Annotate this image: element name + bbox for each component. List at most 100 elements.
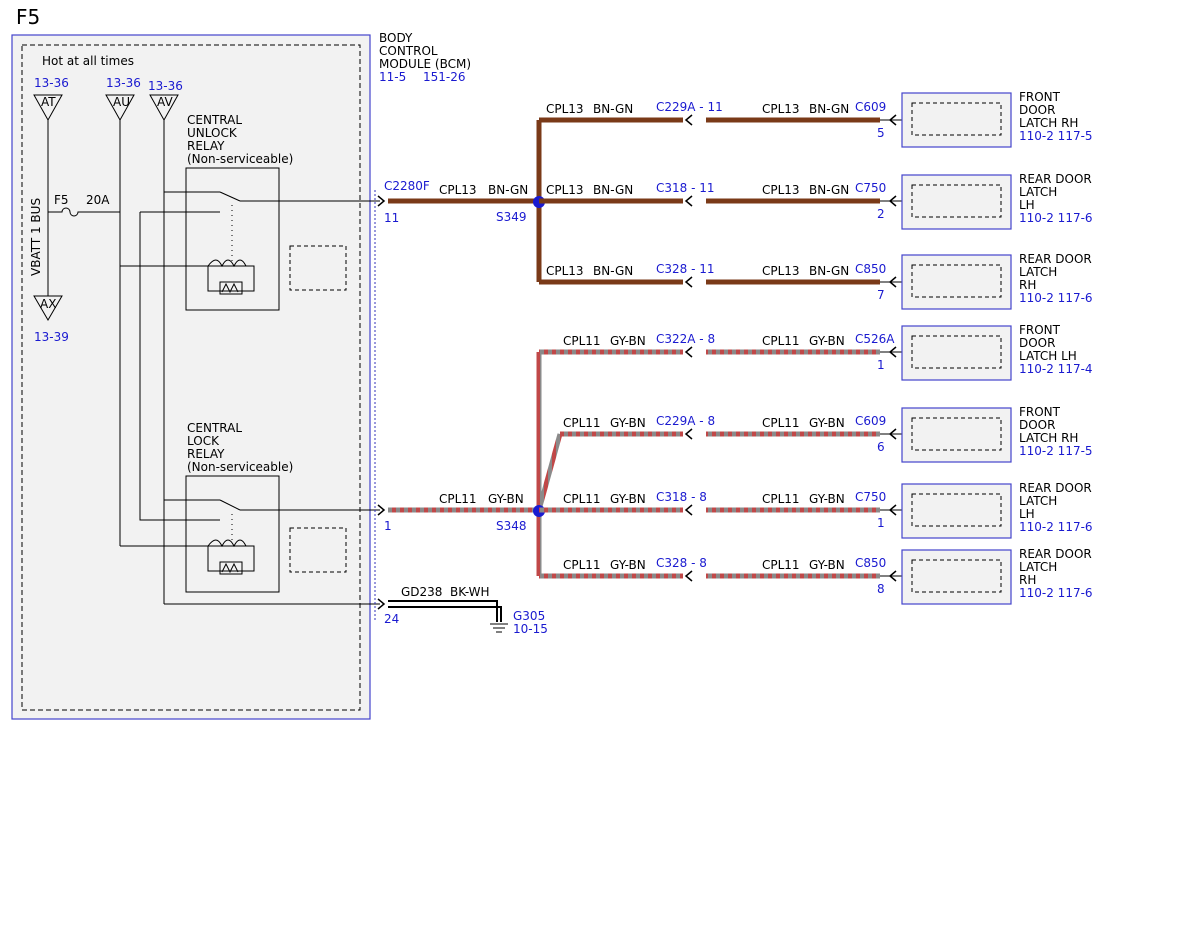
splice-s349: S349	[496, 210, 527, 224]
branch-circuit-left: CPL13	[546, 183, 584, 197]
unlock-relay-line-2: UNLOCK	[187, 126, 238, 140]
inline-connector-arrow	[684, 346, 693, 358]
inline-connector-label: C328 - 11	[656, 262, 715, 276]
inline-connector-arrow	[684, 428, 693, 440]
device-pin: 2	[877, 207, 885, 221]
unlock-relay-line-1: CENTRAL	[187, 113, 242, 127]
branch-circuit-left: CPL13	[546, 264, 584, 278]
inline-connector-arrow	[684, 276, 693, 288]
bcm-pin-11: 11	[384, 211, 399, 225]
device-name-line: LATCH LH	[1019, 349, 1077, 363]
unlock-relay-line-3: RELAY	[187, 139, 225, 153]
branch-color-left: GY-BN	[610, 492, 646, 506]
branch-circuit-right: CPL11	[762, 416, 800, 430]
branch-circuit-left: CPL11	[563, 492, 601, 506]
branch-color-left: BN-GN	[593, 183, 633, 197]
device-pin: 5	[877, 126, 885, 140]
power-at-id: AT	[41, 95, 56, 109]
power-au-ref[interactable]: 13-36	[106, 76, 141, 90]
unlock-wire-run	[388, 120, 542, 282]
lock-main-color: GY-BN	[488, 492, 524, 506]
power-av-ref[interactable]: 13-36	[148, 79, 183, 93]
device-name-line: DOOR	[1019, 103, 1055, 117]
device-pin: 1	[877, 516, 885, 530]
branch-color-right: BN-GN	[809, 264, 849, 278]
branch-circuit-right: CPL11	[762, 492, 800, 506]
inline-connector-arrow	[684, 570, 693, 582]
branch-wires: CPL13 BN-GN CPL13 BN-GN C229A - 11 C609 5 FRONT…	[539, 90, 1093, 605]
branch-color-left: GY-BN	[610, 334, 646, 348]
device-name-line: LH	[1019, 198, 1035, 212]
device-ref: 110-2 117-5	[1019, 444, 1093, 458]
device-connector-label: C526A	[855, 332, 895, 346]
ground-name[interactable]: G305	[513, 609, 545, 623]
inline-connector-label: C322A - 8	[656, 332, 715, 346]
bus-end-ref[interactable]: 13-39	[34, 330, 69, 344]
device-name-line: DOOR	[1019, 336, 1055, 350]
fuse-name: F5	[54, 193, 69, 207]
ground-ref[interactable]: 10-15	[513, 622, 548, 636]
branch-color-right: BN-GN	[809, 183, 849, 197]
branch-color-left: GY-BN	[610, 416, 646, 430]
wiring-diagram: F5 BODY CONTROL MODULE (BCM) 11-5 151-26…	[11, 5, 1093, 720]
device-ref: 110-2 117-4	[1019, 362, 1093, 376]
device-name-line: REAR DOOR	[1019, 252, 1092, 266]
device-name-line: LATCH	[1019, 185, 1057, 199]
branch-color-left: BN-GN	[593, 102, 633, 116]
device-pin: 7	[877, 288, 885, 302]
branch-circuit-left: CPL11	[563, 558, 601, 572]
inline-connector-arrow	[684, 195, 693, 207]
bcm-name-line-3: MODULE (BCM)	[379, 57, 471, 71]
bcm-ref-1[interactable]: 11-5	[379, 70, 406, 84]
device-name-line: REAR DOOR	[1019, 547, 1092, 561]
branch-circuit-left: CPL11	[563, 334, 601, 348]
bcm-pin-24: 24	[384, 612, 399, 626]
device-connector-label: C850	[855, 262, 886, 276]
door-latch-box	[901, 174, 1012, 230]
unlock-main-circuit: CPL13	[439, 183, 477, 197]
bcm-connector-c2280f[interactable]: C2280F	[384, 179, 430, 193]
device-name-line: DOOR	[1019, 418, 1055, 432]
ground-wire-color: BK-WH	[450, 585, 490, 599]
branch-color-right: BN-GN	[809, 102, 849, 116]
device-ref: 110-2 117-6	[1019, 586, 1093, 600]
device-name-line: LATCH RH	[1019, 116, 1078, 130]
ground-wire-circuit: GD238	[401, 585, 442, 599]
device-name-line: LATCH	[1019, 560, 1057, 574]
lock-main-circuit: CPL11	[439, 492, 477, 506]
device-ref: 110-2 117-6	[1019, 291, 1093, 305]
bcm-connector-arrows	[377, 195, 386, 610]
device-pin: 6	[877, 440, 885, 454]
branch-circuit-right: CPL11	[762, 558, 800, 572]
fuse-rating: 20A	[86, 193, 110, 207]
door-latch-box	[901, 325, 1012, 381]
device-name-line: RH	[1019, 573, 1036, 587]
hot-at-all-times-label: Hot at all times	[42, 54, 134, 68]
inline-connector-label: C229A - 11	[656, 100, 723, 114]
branch-color-right: GY-BN	[809, 334, 845, 348]
inline-connector-label: C318 - 8	[656, 490, 707, 504]
lock-wire-run	[388, 352, 563, 576]
device-pin: 8	[877, 582, 885, 596]
device-name-line: REAR DOOR	[1019, 172, 1092, 186]
lock-relay-line-4: (Non-serviceable)	[187, 460, 293, 474]
door-latch-box	[901, 549, 1012, 605]
device-name-line: FRONT	[1019, 90, 1061, 104]
unlock-relay-line-4: (Non-serviceable)	[187, 152, 293, 166]
device-name-line: LATCH	[1019, 494, 1057, 508]
power-at-ref[interactable]: 13-36	[34, 76, 69, 90]
device-name-line: LATCH	[1019, 265, 1057, 279]
device-name-line: RH	[1019, 278, 1036, 292]
device-connector-label: C609	[855, 414, 886, 428]
door-latch-box	[901, 254, 1012, 310]
inline-connector-label: C318 - 11	[656, 181, 715, 195]
branch-color-right: GY-BN	[809, 558, 845, 572]
device-connector-label: C850	[855, 556, 886, 570]
device-connector-label: C750	[855, 490, 886, 504]
bcm-ref-2[interactable]: 151-26	[423, 70, 466, 84]
unlock-main-color: BN-GN	[488, 183, 528, 197]
bcm-pin-1: 1	[384, 519, 392, 533]
branch-circuit-left: CPL11	[563, 416, 601, 430]
bus-end-id: AX	[40, 297, 56, 311]
door-latch-box	[901, 407, 1012, 463]
